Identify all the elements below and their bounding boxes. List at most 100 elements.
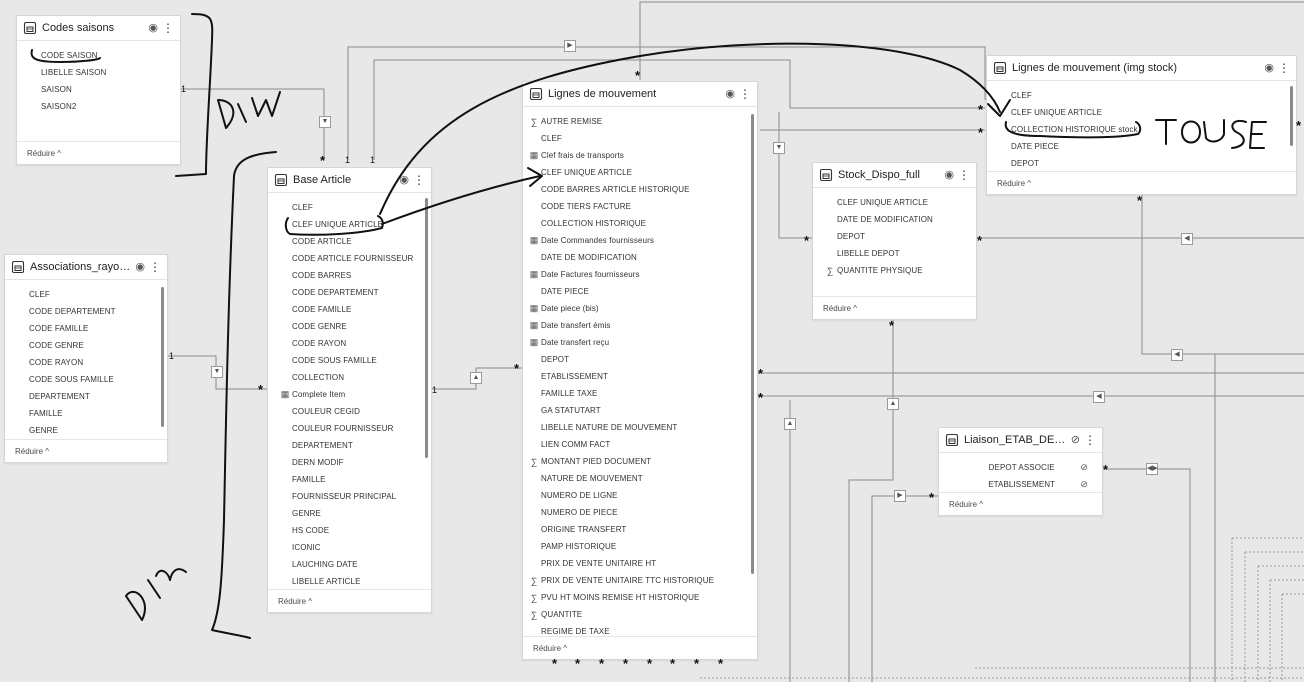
collapse-button[interactable]: Réduire ^	[268, 589, 431, 612]
field-clef-unique-article[interactable]: CLEF UNIQUE ARTICLE	[997, 104, 1296, 121]
table-card-associations[interactable]: Associations_rayons_f... ◉ ⋮ CLEF CODE DEPAR…	[4, 254, 168, 463]
eye-icon[interactable]: ◉	[399, 174, 409, 186]
field-fournisseur-principal[interactable]: FOURNISSEUR PRINCIPAL	[278, 488, 431, 505]
field-collection[interactable]: COLLECTION	[278, 369, 431, 386]
field-depot[interactable]: DEPOT	[527, 351, 757, 368]
filter-direction-icon[interactable]: ◀	[1181, 233, 1193, 245]
more-options-icon[interactable]: ⋮	[1278, 62, 1290, 74]
table-card-lignes-de-mouvement[interactable]: Lignes de mouvement ◉ ⋮ ∑ AUTRE REMISE CLEF ▦ C…	[522, 81, 758, 660]
field-code-genre[interactable]: CODE GENRE	[15, 337, 167, 354]
field-famille[interactable]: FAMILLE	[278, 471, 431, 488]
field-quantite-physique[interactable]: ∑ QUANTITE PHYSIQUE	[823, 262, 976, 279]
field-code-rayon[interactable]: CODE RAYON	[15, 354, 167, 371]
table-card-base-article[interactable]: Base Article ◉ ⋮ CLEF CLEF UNIQUE ARTICLE COD…	[267, 167, 432, 613]
field-numero-de-ligne[interactable]: NUMERO DE LIGNE	[527, 487, 757, 504]
field-code-article[interactable]: CODE ARTICLE	[278, 233, 431, 250]
eye-icon[interactable]: ◉	[944, 169, 954, 181]
field-code-famille[interactable]: CODE FAMILLE	[278, 301, 431, 318]
field-iconic[interactable]: ICONIC	[278, 539, 431, 556]
field-lien-comm-fact[interactable]: LIEN COMM FACT	[527, 436, 757, 453]
field-famille-taxe[interactable]: FAMILLE TAXE	[527, 385, 757, 402]
field-clef-unique-article[interactable]: CLEF UNIQUE ARTICLE	[823, 194, 976, 211]
field-date-de-modification[interactable]: DATE DE MODIFICATION	[823, 211, 976, 228]
eye-icon[interactable]: ◉	[135, 261, 145, 273]
scrollbar[interactable]	[425, 198, 428, 458]
eye-icon[interactable]: ◉	[148, 22, 158, 34]
field-couleur-cegid[interactable]: COULEUR CEGID	[278, 403, 431, 420]
more-options-icon[interactable]: ⋮	[958, 169, 970, 181]
filter-direction-icon[interactable]: ▲	[784, 418, 796, 430]
field-collection-historique[interactable]: COLLECTION HISTORIQUE	[527, 215, 757, 232]
field-etablissement[interactable]: ETABLISSEMENT ⊘	[949, 476, 1102, 493]
field-lauching-date[interactable]: LAUCHING DATE	[278, 556, 431, 573]
table-card-liaison-etab-depot[interactable]: Liaison_ETAB_DEPOT ⊘ ⋮ DEPOT ASSOCIE ⊘ ETABLI…	[938, 427, 1103, 516]
field-clef[interactable]: CLEF	[15, 286, 167, 303]
field-numero-de-piece[interactable]: NUMERO DE PIECE	[527, 504, 757, 521]
table-header[interactable]: Lignes de mouvement ◉ ⋮	[523, 82, 757, 107]
field-departement[interactable]: DEPARTEMENT	[15, 388, 167, 405]
field-complete-item[interactable]: ▦ Complete Item	[278, 386, 431, 403]
field-clef-frais-de-transports[interactable]: ▦ Clef frais de transports	[527, 147, 757, 164]
more-options-icon[interactable]: ⋮	[413, 174, 425, 186]
more-options-icon[interactable]: ⋮	[149, 261, 161, 273]
table-header[interactable]: Base Article ◉ ⋮	[268, 168, 431, 193]
field-date-de-modification[interactable]: DATE DE MODIFICATION	[527, 249, 757, 266]
hidden-eye-icon[interactable]: ⊘	[1080, 479, 1088, 490]
field-date-factures-fournisseurs[interactable]: ▦ Date Factures fournisseurs	[527, 266, 757, 283]
field-libelle-nature-de-mouvement[interactable]: LIBELLE NATURE DE MOUVEMENT	[527, 419, 757, 436]
field-date-commandes-fournisseurs[interactable]: ▦ Date Commandes fournisseurs	[527, 232, 757, 249]
field-date-piece[interactable]: DATE PIECE	[997, 138, 1296, 155]
collapse-button[interactable]: Réduire ^	[987, 171, 1296, 194]
field-etablissement[interactable]: ETABLISSEMENT	[527, 368, 757, 385]
field-libelle-depot[interactable]: LIBELLE DEPOT	[823, 245, 976, 262]
scrollbar[interactable]	[1290, 86, 1293, 146]
hidden-eye-icon[interactable]: ⊘	[1071, 434, 1080, 446]
field-code-article-fournisseur[interactable]: CODE ARTICLE FOURNISSEUR	[278, 250, 431, 267]
table-card-codes-saisons[interactable]: Codes saisons ◉ ⋮ CODE SAISON LIBELLE SAISON…	[16, 15, 181, 165]
field-departement[interactable]: DEPARTEMENT	[278, 437, 431, 454]
filter-direction-icon[interactable]: ▼	[773, 142, 785, 154]
more-options-icon[interactable]: ⋮	[739, 88, 751, 100]
field-clef[interactable]: CLEF	[527, 130, 757, 147]
field-date-piece-bis[interactable]: ▦ Date piece (bis)	[527, 300, 757, 317]
table-header[interactable]: Associations_rayons_f... ◉ ⋮	[5, 255, 167, 280]
field-saison2[interactable]: SAISON2	[27, 98, 180, 115]
more-options-icon[interactable]: ⋮	[1084, 434, 1096, 446]
field-code-genre[interactable]: CODE GENRE	[278, 318, 431, 335]
field-date-transfert-mis[interactable]: ▦ Date transfert émis	[527, 317, 757, 334]
scrollbar[interactable]	[751, 114, 754, 574]
hidden-eye-icon[interactable]: ⊘	[1080, 462, 1088, 473]
scrollbar[interactable]	[161, 287, 164, 427]
field-code-departement[interactable]: CODE DEPARTEMENT	[278, 284, 431, 301]
field-libelle-saison[interactable]: LIBELLE SAISON	[27, 64, 180, 81]
field-genre[interactable]: GENRE	[278, 505, 431, 522]
field-prix-de-vente-unitaire-ht[interactable]: PRIX DE VENTE UNITAIRE HT	[527, 555, 757, 572]
filter-direction-icon[interactable]: ▲	[470, 372, 482, 384]
field-saison[interactable]: SAISON	[27, 81, 180, 98]
table-card-lignes-img-stock[interactable]: Lignes de mouvement (img stock) ◉ ⋮ CLEF CLE…	[986, 55, 1297, 195]
table-header[interactable]: Lignes de mouvement (img stock) ◉ ⋮	[987, 56, 1296, 81]
collapse-button[interactable]: Réduire ^	[17, 141, 180, 164]
collapse-button[interactable]: Réduire ^	[939, 492, 1102, 515]
field-code-saison[interactable]: CODE SAISON	[27, 47, 180, 64]
field-clef-unique-article[interactable]: CLEF UNIQUE ARTICLE	[527, 164, 757, 181]
field-famille[interactable]: FAMILLE	[15, 405, 167, 422]
field-pvu-ht-moins-remise-ht-historique[interactable]: ∑ PVU HT MOINS REMISE HT HISTORIQUE	[527, 589, 757, 606]
field-code-tiers-facture[interactable]: CODE TIERS FACTURE	[527, 198, 757, 215]
table-header[interactable]: Liaison_ETAB_DEPOT ⊘ ⋮	[939, 428, 1102, 453]
field-code-sous-famille[interactable]: CODE SOUS FAMILLE	[278, 352, 431, 369]
field-depot[interactable]: DEPOT	[823, 228, 976, 245]
field-code-rayon[interactable]: CODE RAYON	[278, 335, 431, 352]
field-depot-associe[interactable]: DEPOT ASSOCIE ⊘	[949, 459, 1102, 476]
filter-direction-icon[interactable]: ▼	[319, 116, 331, 128]
collapse-button[interactable]: Réduire ^	[813, 296, 976, 319]
field-collection-historique-stock[interactable]: COLLECTION HISTORIQUE stock	[997, 121, 1296, 138]
more-options-icon[interactable]: ⋮	[162, 22, 174, 34]
field-clef[interactable]: CLEF	[278, 199, 431, 216]
field-code-barres[interactable]: CODE BARRES	[278, 267, 431, 284]
filter-direction-icon[interactable]: ▼	[211, 366, 223, 378]
field-code-sous-famille[interactable]: CODE SOUS FAMILLE	[15, 371, 167, 388]
table-header[interactable]: Codes saisons ◉ ⋮	[17, 16, 180, 41]
field-genre[interactable]: GENRE	[15, 422, 167, 439]
field-code-departement[interactable]: CODE DEPARTEMENT	[15, 303, 167, 320]
